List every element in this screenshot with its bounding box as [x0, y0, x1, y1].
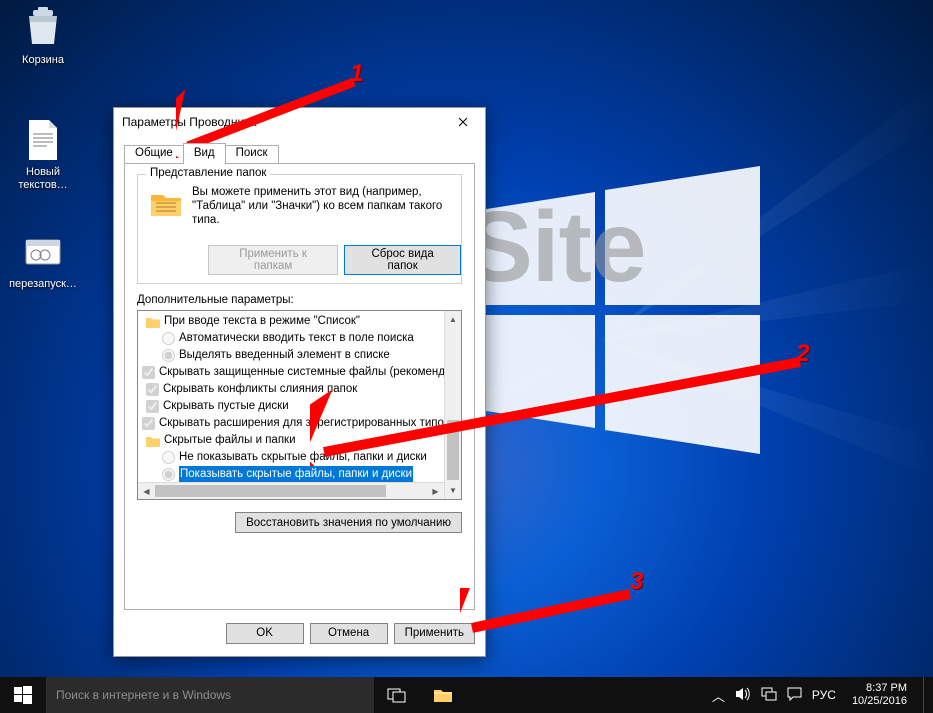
apply-button[interactable]: Применить [394, 623, 475, 644]
tree-radio[interactable]: Не показывать скрытые файлы, папки и дис… [138, 449, 444, 466]
dialog-buttons: OK Отмена Применить [114, 610, 485, 656]
reset-folders-button[interactable]: Сброс вида папок [344, 245, 461, 275]
tree-radio[interactable]: Автоматически вводить текст в поле поиск… [138, 330, 444, 347]
scroll-thumb[interactable] [155, 485, 386, 497]
scroll-up-icon[interactable]: ▲ [445, 311, 461, 328]
desktop-icon-label: перезапуск… [8, 278, 78, 291]
folder-icon [148, 185, 184, 221]
desktop-icon-bat[interactable]: перезапуск… [8, 230, 78, 291]
dialog-title: Параметры Проводника [114, 108, 485, 135]
taskbar-app-explorer[interactable] [420, 677, 466, 713]
apply-to-folders-button: Применить к папкам [208, 245, 338, 275]
tray-chevron-up-icon[interactable]: ︿ [712, 686, 725, 705]
folder-views-group: Представление папок Вы можете применить … [137, 174, 462, 284]
annotation-number: 3 [630, 568, 643, 596]
scroll-left-icon[interactable]: ◀ [138, 483, 155, 499]
restore-defaults-button[interactable]: Восстановить значения по умолчанию [235, 512, 462, 533]
scroll-down-icon[interactable]: ▼ [445, 482, 461, 499]
tree-check[interactable]: Скрывать конфликты слияния папок [138, 381, 444, 398]
vertical-scrollbar[interactable]: ▲ ▼ [444, 311, 461, 499]
tabs: Общие Вид Поиск [124, 143, 278, 164]
windows-start-icon [14, 686, 32, 704]
desktop-icon-recycle-bin[interactable]: Корзина [8, 6, 78, 67]
search-placeholder: Поиск в интернете и в Windows [56, 688, 231, 702]
advanced-settings-list[interactable]: При вводе текста в режиме "Список" Автом… [137, 310, 462, 500]
recycle-bin-icon [21, 6, 65, 50]
folder-options-dialog: Параметры Проводника Общие Вид Поиск Пре… [113, 107, 486, 657]
advanced-label: Дополнительные параметры: [137, 294, 294, 306]
cancel-button[interactable]: Отмена [310, 623, 388, 644]
tab-panel-view: Представление папок Вы можете применить … [124, 163, 475, 610]
tab-view[interactable]: Вид [183, 143, 226, 164]
tree-radio[interactable]: Выделять введенный элемент в списке [138, 347, 444, 364]
tree-radio-show-hidden[interactable]: Показывать скрытые файлы, папки и диски [138, 466, 444, 483]
tray-time: 8:37 PM [852, 682, 907, 695]
horizontal-scrollbar[interactable]: ◀ ▶ [138, 482, 444, 499]
start-button[interactable] [0, 677, 46, 713]
desktop-icon-textfile[interactable]: Новый текстов… [8, 118, 78, 192]
tree-check[interactable]: Скрывать расширения для зарегистрированн… [138, 415, 444, 432]
scroll-track[interactable] [445, 328, 461, 482]
taskbar: Поиск в интернете и в Windows ︿ РУС 8:37… [0, 677, 933, 713]
taskbar-search[interactable]: Поиск в интернете и в Windows [46, 677, 374, 713]
tray-network-icon[interactable] [761, 687, 777, 704]
tree-check[interactable]: Скрывать защищенные системные файлы (рек… [138, 364, 444, 381]
tray-clock[interactable]: 8:37 PM 10/25/2016 [846, 682, 913, 708]
text-file-icon [21, 118, 65, 162]
close-button[interactable] [441, 108, 485, 135]
desktop-icon-label: Корзина [8, 54, 78, 67]
scroll-right-icon[interactable]: ▶ [427, 483, 444, 499]
tray-date: 10/25/2016 [852, 695, 907, 708]
tray-action-center-icon[interactable] [787, 687, 802, 704]
show-desktop-button[interactable] [923, 677, 929, 713]
scroll-thumb[interactable] [447, 420, 459, 480]
ok-button[interactable]: OK [226, 623, 304, 644]
file-explorer-icon [433, 687, 453, 703]
system-tray: ︿ РУС 8:37 PM 10/25/2016 [712, 677, 933, 713]
task-view-button[interactable] [374, 677, 420, 713]
scroll-track[interactable] [155, 483, 427, 499]
group-text: Вы можете применить этот вид (например, … [192, 185, 451, 227]
annotation-number: 2 [796, 340, 809, 368]
batch-file-icon [21, 230, 65, 274]
tree-group[interactable]: При вводе текста в режиме "Список" [138, 313, 444, 330]
tray-language[interactable]: РУС [812, 688, 836, 702]
windows-logo [420, 80, 933, 500]
tree-check[interactable]: Скрывать пустые диски [138, 398, 444, 415]
annotation-number: 1 [350, 60, 363, 88]
tree-group[interactable]: Скрытые файлы и папки [138, 432, 444, 449]
tray-volume-icon[interactable] [735, 687, 751, 704]
desktop-icon-label: Новый текстов… [8, 166, 78, 192]
task-view-icon [387, 687, 407, 703]
group-legend: Представление папок [146, 167, 270, 179]
